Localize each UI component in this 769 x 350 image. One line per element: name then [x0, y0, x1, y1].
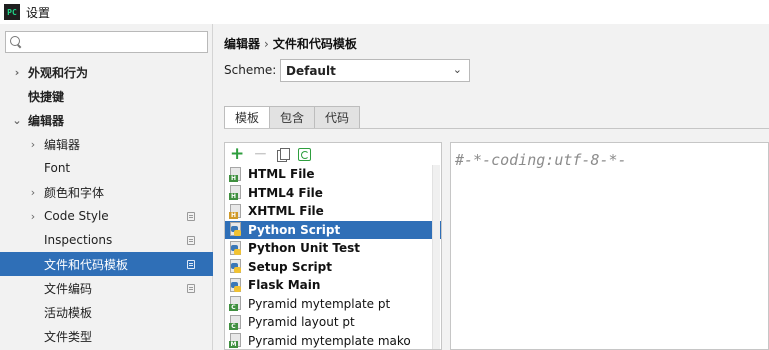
list-item-label: Pyramid layout pt: [248, 315, 355, 330]
remove-icon[interactable]: −: [253, 146, 267, 163]
sidebar-item-file-encodings[interactable]: 文件编码: [0, 276, 213, 300]
project-scope-icon: [187, 283, 195, 293]
settings-content: 编辑器 › 文件和代码模板 Scheme: Default ⌄ 模板 包含 代码 +…: [214, 24, 769, 350]
sidebar-item-file-types[interactable]: 文件类型: [0, 324, 213, 348]
list-item-label: Pyramid mytemplate pt: [248, 296, 391, 311]
breadcrumb-separator: ›: [264, 37, 269, 51]
list-item[interactable]: Python Script: [225, 220, 441, 239]
list-item[interactable]: C Pyramid layout pt: [225, 313, 441, 332]
tab-divider: [224, 128, 769, 129]
search-input[interactable]: [26, 35, 207, 49]
tab-includes[interactable]: 包含: [270, 106, 316, 129]
template-editor[interactable]: #-*-coding:utf-8-*-: [450, 142, 769, 350]
sidebar-item-colors-fonts[interactable]: › 颜色和字体: [0, 180, 213, 204]
list-item-label: Pyramid mytemplate mako: [248, 333, 411, 348]
breadcrumb-current: 文件和代码模板: [272, 37, 357, 51]
title-bar: PC 设置: [0, 0, 769, 24]
list-item[interactable]: C Pyramid mytemplate pt: [225, 295, 441, 314]
scheme-label: Scheme:: [224, 63, 277, 77]
breadcrumb: 编辑器 › 文件和代码模板: [224, 35, 357, 52]
python-file-icon: [229, 222, 243, 237]
project-scope-icon: [187, 259, 195, 269]
list-item[interactable]: H HTML File: [225, 165, 441, 184]
settings-tree: › 外观和行为 快捷键 ⌄ 编辑器 › 编辑器 Font › 颜色和字体 › C…: [0, 60, 213, 348]
editor-content: #-*-coding:utf-8-*-: [455, 151, 627, 169]
chevron-right-icon[interactable]: ›: [10, 66, 24, 79]
window-title: 设置: [26, 5, 51, 20]
list-item[interactable]: M Pyramid mytemplate mako: [225, 332, 441, 350]
list-item[interactable]: Flask Main: [225, 276, 441, 295]
list-scrollbar[interactable]: [432, 165, 440, 349]
reset-icon[interactable]: [297, 147, 311, 161]
list-item-label: Flask Main: [248, 278, 321, 293]
settings-sidebar: › 外观和行为 快捷键 ⌄ 编辑器 › 编辑器 Font › 颜色和字体 › C…: [0, 24, 213, 350]
html-file-icon: H: [229, 166, 243, 182]
template-toolbar: + −: [225, 143, 441, 165]
sidebar-item-label: 文件和代码模板: [44, 257, 129, 272]
sidebar-item-label: 编辑器: [28, 113, 65, 128]
sidebar-item-font[interactable]: Font: [0, 156, 213, 180]
sidebar-item-keymap[interactable]: 快捷键: [0, 84, 213, 108]
list-item[interactable]: H XHTML File: [225, 202, 441, 221]
sidebar-item-label: 快捷键: [28, 89, 65, 104]
pycharm-logo-icon: PC: [4, 4, 20, 20]
add-icon[interactable]: +: [230, 146, 244, 163]
sidebar-item-label: 文件类型: [44, 329, 93, 344]
sidebar-item-editor-general[interactable]: › 编辑器: [0, 132, 213, 156]
sidebar-item-label: 文件编码: [44, 281, 93, 296]
chevron-right-icon[interactable]: ›: [26, 210, 40, 223]
project-scope-icon: [187, 211, 195, 221]
template-list-panel: + − H HTML File H HTML4 File H XHTML Fil…: [224, 142, 442, 350]
template-file-icon: C: [229, 314, 243, 330]
sidebar-item-appearance[interactable]: › 外观和行为: [0, 60, 213, 84]
list-item[interactable]: H HTML4 File: [225, 184, 441, 203]
sidebar-item-live-templates[interactable]: 活动模板: [0, 300, 213, 324]
list-item[interactable]: Setup Script: [225, 258, 441, 277]
tab-code[interactable]: 代码: [315, 106, 361, 129]
sidebar-item-label: 编辑器: [44, 137, 81, 152]
mako-file-icon: M: [229, 333, 243, 349]
sidebar-item-code-style[interactable]: › Code Style: [0, 204, 213, 228]
list-item-label: Python Unit Test: [248, 241, 361, 256]
chevron-right-icon[interactable]: ›: [26, 186, 40, 199]
search-icon: [10, 36, 22, 48]
sidebar-item-label: Code Style: [44, 209, 109, 223]
breadcrumb-parent: 编辑器: [224, 37, 261, 51]
settings-search[interactable]: [5, 31, 208, 53]
chevron-down-icon[interactable]: ⌄: [10, 114, 24, 127]
sidebar-item-label: 颜色和字体: [44, 185, 105, 200]
sidebar-item-label: Font: [44, 161, 71, 175]
sidebar-item-file-code-templates[interactable]: 文件和代码模板: [0, 252, 213, 276]
xhtml-file-icon: H: [229, 203, 243, 219]
list-item-label: HTML4 File: [248, 185, 323, 200]
list-item-label: Setup Script: [248, 259, 332, 274]
template-tabs: 模板 包含 代码: [224, 106, 361, 129]
tab-templates[interactable]: 模板: [224, 106, 271, 129]
chevron-right-icon[interactable]: ›: [26, 138, 40, 151]
python-file-icon: [229, 240, 243, 256]
template-file-icon: C: [229, 296, 243, 312]
copy-icon[interactable]: [276, 147, 290, 162]
project-scope-icon: [187, 235, 195, 245]
sidebar-item-inspections[interactable]: Inspections: [0, 228, 213, 252]
sidebar-item-label: 活动模板: [44, 305, 93, 320]
list-item-label: XHTML File: [248, 204, 324, 219]
sidebar-item-label: 外观和行为: [28, 65, 89, 80]
sidebar-item-editor[interactable]: ⌄ 编辑器: [0, 108, 213, 132]
chevron-down-icon: ⌄: [452, 63, 462, 76]
python-file-icon: [229, 259, 243, 274]
html-file-icon: H: [229, 185, 243, 201]
scheme-dropdown[interactable]: Default ⌄: [280, 59, 470, 82]
list-item-label: HTML File: [248, 167, 315, 182]
sidebar-item-label: Inspections: [44, 233, 113, 247]
list-item-label: Python Script: [248, 222, 341, 237]
python-file-icon: [229, 277, 243, 293]
list-item[interactable]: Python Unit Test: [225, 239, 441, 258]
template-list: H HTML File H HTML4 File H XHTML File Py…: [225, 165, 441, 350]
scheme-value: Default: [286, 63, 336, 78]
